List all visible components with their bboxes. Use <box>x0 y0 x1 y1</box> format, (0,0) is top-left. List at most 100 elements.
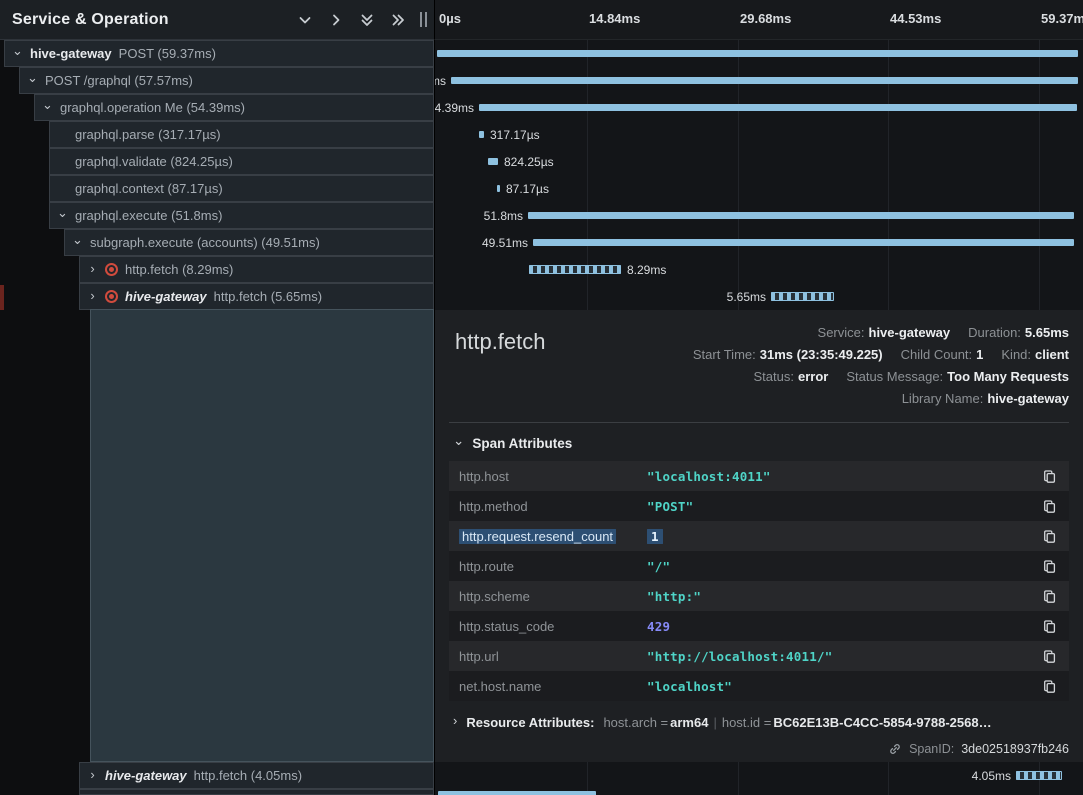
resource-key: host.arch = <box>603 715 668 730</box>
span-bar[interactable] <box>1016 771 1062 780</box>
trace-row: ⌄POST /graphql (57.57ms)57.57ms <box>0 67 1083 94</box>
meta-field: Status Message:Too Many Requests <box>846 369 1069 384</box>
chevron-down-icon[interactable] <box>297 12 313 28</box>
span-bar[interactable] <box>451 77 1078 84</box>
span-attributes-header[interactable]: ⌄ Span Attributes <box>449 435 1069 451</box>
span-attributes-title: Span Attributes <box>472 436 572 451</box>
resource-attributes-row[interactable]: › Resource Attributes: host.arch =arm64|… <box>449 715 1069 730</box>
timeline-tick: 14.84ms <box>589 11 640 26</box>
timeline-row: 59.37ms <box>434 40 1083 67</box>
meta-value: Too Many Requests <box>947 369 1069 384</box>
attribute-row[interactable]: http.method"POST" <box>449 491 1069 521</box>
chevron-right-icon[interactable]: › <box>87 768 98 781</box>
detail-header: http.fetch Service:hive-gatewayDuration:… <box>449 322 1069 410</box>
meta-value: client <box>1035 347 1069 362</box>
copy-icon[interactable] <box>1037 524 1061 548</box>
chevron-down-icon[interactable]: ⌄ <box>12 44 23 57</box>
error-icon <box>105 263 118 276</box>
span-tree-item[interactable]: ·graphql.validate (824.25µs) <box>49 148 434 175</box>
timeline-row: 8.29ms <box>434 256 1083 283</box>
chevron-down-icon[interactable]: ⌄ <box>72 233 83 246</box>
span-duration-label: 51.8ms <box>484 209 523 223</box>
attribute-value: "http:" <box>647 589 1037 604</box>
chevron-right-icon[interactable] <box>328 12 344 28</box>
trace-row: ›http.fetch (8.29ms)8.29ms <box>0 256 1083 283</box>
attribute-value: "http://localhost:4011/" <box>647 649 1037 664</box>
attribute-row[interactable]: http.route"/" <box>449 551 1069 581</box>
detail-region: http.fetch Service:hive-gatewayDuration:… <box>0 310 1083 762</box>
span-id-row: SpanID: 3de02518937fb246 <box>449 742 1069 756</box>
attribute-row[interactable]: http.scheme"http:" <box>449 581 1069 611</box>
service-name: hive-gateway <box>105 768 187 783</box>
copy-icon[interactable] <box>1037 674 1061 698</box>
span-tree-item[interactable]: ⌄hive-gatewayPOST (59.37ms) <box>4 40 434 67</box>
service-name: hive-gateway <box>125 289 207 304</box>
span-bar[interactable] <box>528 212 1074 219</box>
trace-row: ⌄hive-gatewayPOST (59.37ms)59.37ms <box>0 40 1083 67</box>
attribute-row[interactable]: http.host"localhost:4011" <box>449 461 1069 491</box>
span-bar[interactable] <box>438 791 596 795</box>
meta-field: Service: hive-gateway <box>818 325 951 340</box>
span-bar[interactable] <box>533 239 1074 246</box>
meta-label: Service: <box>818 325 865 340</box>
copy-icon[interactable] <box>1037 614 1061 638</box>
separator: | <box>708 715 721 730</box>
copy-icon[interactable] <box>1037 644 1061 668</box>
copy-icon[interactable] <box>1037 494 1061 518</box>
operation-label: http.fetch (4.05ms) <box>194 768 302 783</box>
span-tree-item[interactable]: ›http.fetch (8.29ms) <box>79 256 434 283</box>
chevron-down-icon[interactable]: ⌄ <box>27 71 38 84</box>
span-bar[interactable] <box>771 292 834 301</box>
span-bar[interactable] <box>437 50 1078 57</box>
operation-label: graphql.operation Me (54.39ms) <box>60 100 245 115</box>
chevron-down-icon[interactable]: ⌄ <box>42 98 53 111</box>
span-duration-label: 87.17µs <box>506 182 549 196</box>
timeline-row: 317.17µs <box>434 121 1083 148</box>
expand-all-icon[interactable] <box>390 12 406 28</box>
operation-label: POST (59.37ms) <box>119 46 216 61</box>
span-duration-label: 824.25µs <box>504 155 554 169</box>
timeline-tick: 0µs <box>439 11 461 26</box>
operation-label: subgraph.execute (accounts) (49.51ms) <box>90 235 320 250</box>
span-tree-item[interactable]: ⌄ subgraph.execute (accounts) (49.51ms) <box>64 229 434 256</box>
span-title: http.fetch <box>449 322 546 355</box>
span-bar[interactable] <box>488 158 498 165</box>
copy-icon[interactable] <box>1037 464 1061 488</box>
span-bar[interactable] <box>497 185 500 192</box>
span-duration-label: 57.57ms <box>434 74 446 88</box>
timeline-header: 0µs14.84ms29.68ms44.53ms59.37ms <box>434 0 1083 40</box>
span-bar[interactable] <box>479 131 484 138</box>
span-tree-item[interactable]: ·graphql.parse (317.17µs) <box>49 121 434 148</box>
attribute-key: http.method <box>459 499 647 514</box>
copy-icon[interactable] <box>1037 584 1061 608</box>
span-tree-item[interactable]: › hive-gateway http.fetch (4.05ms) <box>79 762 434 789</box>
chevron-right-icon[interactable]: › <box>87 262 98 275</box>
span-tree-item[interactable]: ⌄graphql.execute (51.8ms) <box>49 202 434 229</box>
attribute-row[interactable]: http.request.resend_count1 <box>449 521 1069 551</box>
meta-value: hive-gateway <box>869 325 951 340</box>
span-duration-label: 49.51ms <box>482 236 528 250</box>
error-icon <box>105 290 118 303</box>
error-scroll-marker <box>0 285 4 310</box>
span-bar[interactable] <box>479 104 1077 111</box>
timeline-row: 57.57ms <box>434 67 1083 94</box>
span-tree-item[interactable]: ⌄POST /graphql (57.57ms) <box>19 67 434 94</box>
attribute-row[interactable]: http.status_code429 <box>449 611 1069 641</box>
span-tree-item[interactable]: ·graphql.context (87.17µs) <box>49 175 434 202</box>
panel-title: Service & Operation <box>12 11 169 29</box>
meta-label: Status: <box>754 369 794 384</box>
attribute-row[interactable]: http.url"http://localhost:4011/" <box>449 641 1069 671</box>
attribute-value: 429 <box>647 619 1037 634</box>
timeline-tick: 59.37ms <box>1041 11 1083 26</box>
chevron-right-icon[interactable]: › <box>87 289 98 302</box>
collapse-all-icon[interactable] <box>359 12 375 28</box>
chevron-down-icon[interactable]: ⌄ <box>57 206 68 219</box>
link-icon[interactable] <box>888 742 902 756</box>
span-tree-item[interactable]: ⌄ graphql.operation Me (54.39ms) <box>34 94 434 121</box>
meta-label: Start Time: <box>693 347 756 362</box>
span-bar[interactable] <box>529 265 621 274</box>
span-tree-item[interactable]: ›hive-gatewayhttp.fetch (5.65ms) <box>79 283 434 310</box>
attribute-row[interactable]: net.host.name"localhost" <box>449 671 1069 701</box>
panel-resize-handle[interactable] <box>420 12 427 27</box>
copy-icon[interactable] <box>1037 554 1061 578</box>
